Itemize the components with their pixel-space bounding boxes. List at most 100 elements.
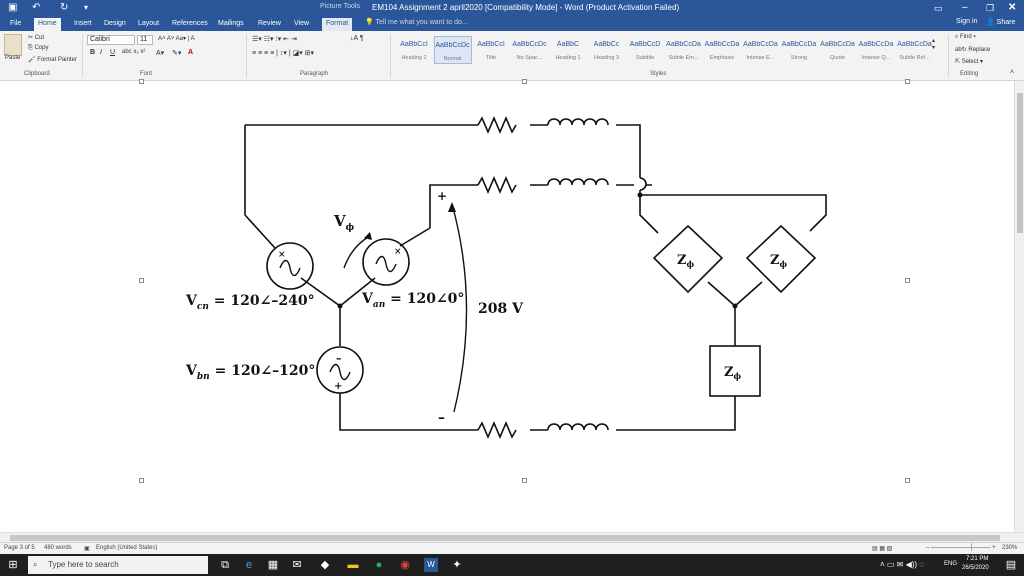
cut-button[interactable]: ✂ Cut <box>28 34 44 41</box>
spotify-icon[interactable]: ● <box>372 558 386 572</box>
tell-me-box[interactable]: 💡 Tell me what you want to do... <box>365 18 468 26</box>
horizontal-scrollbar[interactable] <box>0 532 1024 542</box>
redo-icon[interactable]: ↻ <box>60 2 68 14</box>
italic-icon[interactable]: I <box>100 49 102 56</box>
app-icon-2[interactable]: ✦ <box>450 558 464 572</box>
edge-icon[interactable]: e <box>242 558 256 572</box>
file-explorer-icon[interactable]: ▬ <box>346 558 360 572</box>
share-button[interactable]: 👤 Share <box>986 18 1015 26</box>
task-view-icon[interactable]: ⧉ <box>218 558 232 572</box>
scroll-thumb[interactable] <box>1017 93 1023 233</box>
close-icon[interactable]: ✕ <box>1008 2 1016 14</box>
font-name-box[interactable]: Calibri <box>87 35 135 45</box>
style-name: Subtle Em... <box>668 55 699 61</box>
styles-gallery[interactable]: AaBbCcI Heading 2 AaBbCcDc Normal AaBbCcI Tit… <box>393 31 943 71</box>
grow-shrink-font-icons[interactable]: A˄ A˅ Aa▾ | A <box>158 35 195 42</box>
copy-button[interactable]: ⎘ Copy <box>28 45 48 52</box>
paste-icon[interactable] <box>4 34 22 56</box>
word-count[interactable]: 480 words <box>44 545 72 551</box>
word-icon[interactable]: W <box>424 558 438 572</box>
underline-icon[interactable]: U <box>110 49 115 56</box>
tab-home[interactable]: Home <box>34 18 61 31</box>
tab-layout[interactable]: Layout <box>134 18 163 31</box>
font-color-icon[interactable]: A <box>188 49 193 56</box>
format-painter-label: Format Painter <box>37 57 77 63</box>
bold-icon[interactable]: B <box>90 49 95 56</box>
copy-label: Copy <box>34 45 49 51</box>
highlight-icon[interactable]: ✎▾ <box>172 49 181 57</box>
collapse-ribbon-icon[interactable]: ˄ <box>1010 69 1014 76</box>
style-name: Emphasis <box>709 55 735 61</box>
scroll-thumb[interactable] <box>10 535 1000 541</box>
clock-time[interactable]: 7:21 PM <box>966 556 988 562</box>
zoom-level[interactable]: 230% <box>1002 545 1017 551</box>
sort-pilcrow-icons[interactable]: ↓A ¶ <box>350 35 364 42</box>
text-effects-icon[interactable]: A▾ <box>156 49 164 57</box>
tab-references[interactable]: References <box>168 18 212 31</box>
font-size-box[interactable]: 11 <box>137 35 153 45</box>
tab-insert[interactable]: Insert <box>70 18 96 31</box>
style-item[interactable]: AaBbCcDa Emphasis <box>703 36 741 64</box>
language[interactable]: English (United States) <box>96 545 157 551</box>
style-sample: AaBbCcDa <box>781 41 817 48</box>
view-mode-icons[interactable]: ▤ ▦ ▧ <box>872 545 892 552</box>
tab-view[interactable]: View <box>290 18 313 31</box>
style-item[interactable]: AaBbCcI Title <box>472 36 510 64</box>
list-icons[interactable]: ☰▾ ☷▾ ⁝▾ ⇤ ⇥ <box>252 35 297 43</box>
style-item[interactable]: AaBbCcDa Quote <box>819 36 857 64</box>
proofing-icon[interactable]: ▣ <box>84 545 90 552</box>
tray-icons[interactable]: ˄ ▭ ✉ ◀)) ◌ <box>880 560 924 569</box>
tab-format[interactable]: Format <box>322 18 353 31</box>
taskbar-search[interactable]: ⌕ Type here to search <box>28 556 208 574</box>
tab-mailings[interactable]: Mailings <box>214 18 248 31</box>
ribbon-display-icon[interactable]: ▭ <box>934 2 943 14</box>
style-item[interactable]: AaBbCc Heading 3 <box>588 36 626 64</box>
document-page[interactable]: × × – + Vϕ Vcn = 120∠–240° Van = 120∠0° … <box>0 79 1014 532</box>
format-painter-button[interactable]: 🖌 Format Painter <box>28 56 77 63</box>
save-icon[interactable]: ▣ <box>8 2 17 14</box>
restore-icon[interactable]: ❐ <box>986 2 994 14</box>
notifications-icon[interactable]: ▤ <box>1004 558 1018 572</box>
store-icon[interactable]: ▦ <box>266 558 280 572</box>
style-item[interactable]: AaBbC Heading 1 <box>549 36 587 64</box>
app-icon[interactable]: ◆ <box>318 558 332 572</box>
style-item[interactable]: AaBbCcDa Subtle Ref... <box>896 36 934 64</box>
style-sample: AaBbCcDc <box>512 41 547 48</box>
style-item[interactable]: AaBbCcDa Intense E... <box>742 36 780 64</box>
zoom-slider[interactable]: – ─────────┼──── + <box>926 545 996 551</box>
mail-icon[interactable]: ✉ <box>290 558 304 572</box>
page-count[interactable]: Page 3 of 5 <box>4 545 35 551</box>
start-windows-icon[interactable]: ⊞ <box>6 558 20 572</box>
vertical-scrollbar[interactable] <box>1014 81 1024 532</box>
sign-in-link[interactable]: Sign in <box>956 18 977 25</box>
style-item[interactable]: AaBbCcDc Normal <box>433 36 472 64</box>
style-sample: AaBbCc <box>593 41 620 48</box>
clock-date[interactable]: 26/5/2020 <box>962 565 989 571</box>
undo-icon[interactable]: ↶ <box>32 2 40 14</box>
strike-subscript-icons[interactable]: abc x₂ x² <box>122 49 145 55</box>
tab-review[interactable]: Review <box>254 18 285 31</box>
style-item[interactable]: AaBbCcDa Intense Q... <box>857 36 895 64</box>
style-item[interactable]: AaBbCcD Subtitle <box>626 36 664 64</box>
styles-scroll-icons[interactable]: ▴ ▾ <box>932 37 935 51</box>
find-button[interactable]: ⌕ Find ▾ <box>955 34 976 41</box>
style-item[interactable]: AaBbCcDc No Spac... <box>511 36 549 64</box>
replace-button[interactable]: ab↻ Replace <box>955 46 990 53</box>
alignment-icons[interactable]: ≡ ≡ ≡ ≡ | ↕▾ | ◪▾ ⊞▾ <box>252 49 314 57</box>
style-item[interactable]: AaBbCcI Heading 2 <box>395 36 433 64</box>
style-sample: AaBbCcDa <box>897 41 932 48</box>
style-item[interactable]: AaBbCcDa Strong <box>780 36 818 64</box>
chrome-icon[interactable]: ◉ <box>398 558 412 572</box>
minimize-icon[interactable]: – <box>962 2 968 14</box>
tab-file[interactable]: File <box>6 18 25 31</box>
circuit-diagram[interactable]: × × – + Vϕ Vcn = 120∠–240° Van = 120∠0° … <box>0 81 1014 532</box>
styles-group-label: Styles <box>650 71 667 77</box>
search-placeholder: Type here to search <box>48 560 119 569</box>
input-language[interactable]: ENG <box>944 561 957 567</box>
style-name: Intense Q... <box>861 55 891 61</box>
style-item[interactable]: AaBbCcDa Subtle Em... <box>665 36 703 64</box>
tab-design[interactable]: Design <box>100 18 130 31</box>
share-label: Share <box>996 19 1016 26</box>
customize-qat-icon[interactable]: ▾ <box>84 2 88 14</box>
select-button[interactable]: ⇱ Select ▾ <box>955 58 983 65</box>
